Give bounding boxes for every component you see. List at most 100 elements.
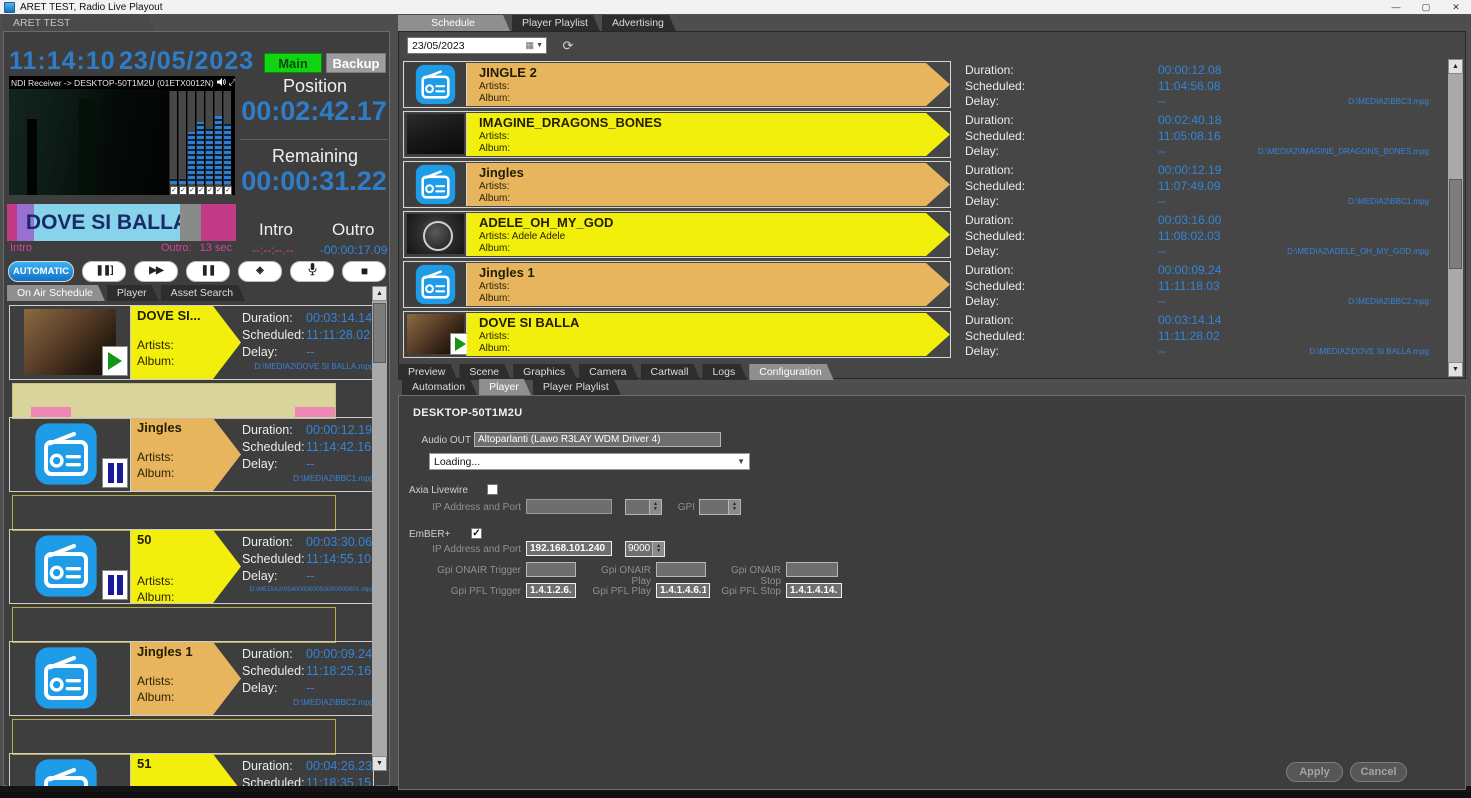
playlist-tabstrip: On Air Schedule Player Asset Search	[7, 284, 247, 301]
gpi-onair-stop-field[interactable]	[786, 562, 838, 577]
player-panel: 11:14:10 23/05/2023 Main Backup NDI Rece…	[3, 31, 390, 786]
album-art	[407, 114, 464, 154]
schedule-item[interactable]: Jingles Artists: Album: Duration:00:00:1…	[403, 161, 1447, 208]
ember-checkbox[interactable]: ✓	[471, 528, 482, 539]
tab-advertising[interactable]: Advertising	[602, 15, 676, 31]
tab-configuration[interactable]: Configuration	[749, 364, 833, 380]
tab-on-air-schedule[interactable]: On Air Schedule	[7, 285, 105, 301]
radio-icon	[34, 422, 98, 486]
date-input[interactable]	[408, 40, 526, 52]
tab-automation[interactable]: Automation	[402, 379, 477, 395]
scroll-up-icon[interactable]: ▲	[372, 286, 387, 301]
dropdown-icon[interactable]: ▼	[536, 42, 543, 49]
playlist-item[interactable]: DOVE SI... Artists: Album: Duration:00:0…	[7, 305, 376, 415]
scrollbar-thumb[interactable]	[1449, 179, 1462, 269]
schedule-panel: ▦ ▼ ⟳ JINGLE 2 Artists: Album:	[398, 31, 1466, 379]
schedule-item[interactable]: DOVE SI BALLA Artists: Album: Duration:0…	[403, 311, 1447, 358]
ember-ip-field[interactable]	[526, 541, 612, 556]
radio-icon	[34, 534, 98, 598]
gpi-pfl-trigger-field[interactable]	[526, 583, 576, 598]
audio-out-field[interactable]	[474, 432, 721, 447]
marker-button[interactable]: ◈	[238, 261, 282, 282]
gpi-pfl-play-field[interactable]	[656, 583, 710, 598]
apply-button[interactable]: Apply	[1286, 762, 1343, 782]
ember-label: EmBER+	[409, 529, 457, 540]
gpi-onair-trigger-field[interactable]	[526, 562, 576, 577]
track-title: DOVE SI BALLA	[479, 315, 950, 330]
meter-checkbox[interactable]: ✓	[224, 186, 232, 195]
gpi-onair-play-label: Gpi ONAIR Play	[585, 565, 651, 587]
schedule-item[interactable]: ADELE_OH_MY_GOD Artists: Adele Adele Alb…	[403, 211, 1447, 258]
maximize-button[interactable]: ▢	[1411, 2, 1441, 13]
waveform	[12, 495, 336, 531]
gpi-onair-trigger-label: Gpi ONAIR Trigger	[429, 565, 521, 576]
track-title: Jingles 1	[479, 265, 950, 280]
track-title: Jingles 1	[137, 645, 205, 660]
gpi-onair-play-field[interactable]	[656, 562, 706, 577]
album-art	[407, 214, 464, 254]
scroll-up-icon[interactable]: ▲	[1448, 59, 1463, 74]
playlist-item[interactable]: 50 Artists: Album: Duration:00:03:30.06 …	[7, 529, 376, 639]
intro-marker-bar	[7, 204, 17, 241]
file-path: D:\MEDIA2\ADELE_OH_MY_GOD.mpg	[1287, 247, 1429, 256]
stop-button[interactable]: ■	[342, 261, 386, 282]
pause-skip-button[interactable]: ❚❚]	[82, 261, 126, 282]
date-picker[interactable]: ▦ ▼	[407, 37, 547, 54]
tab-player[interactable]: Player	[107, 285, 159, 301]
schedule-item[interactable]: Jingles 1 Artists: Album: Duration:00:00…	[403, 261, 1447, 308]
ember-port-spinner[interactable]: 9000▲▼	[625, 541, 665, 557]
backup-button[interactable]: Backup	[326, 53, 386, 73]
transport-controls: AUTOMATIC ❚❚] ▶▶ ❚❚ ◈ ■	[8, 260, 388, 282]
track-title: IMAGINE_DRAGONS_BONES	[479, 115, 950, 130]
device-dropdown[interactable]: Loading... ▼	[429, 453, 750, 470]
axia-ip-field	[526, 499, 612, 514]
scrollbar-thumb[interactable]	[373, 303, 386, 363]
playlist-item[interactable]: Jingles Artists: Album: Duration:00:00:1…	[7, 417, 376, 527]
playlist-scrollbar[interactable]: ▲ ▼	[372, 286, 387, 771]
meter-checkbox[interactable]: ✓	[179, 186, 187, 195]
schedule-scrollbar[interactable]: ▲ ▼	[1448, 59, 1463, 377]
axia-livewire-checkbox[interactable]	[487, 484, 498, 495]
playlist-item[interactable]: 51 Artists: Album: Duration:00:04:26.23 …	[7, 753, 376, 786]
tab-config-player[interactable]: Player	[479, 379, 531, 395]
tab-player-playlist[interactable]: Player Playlist	[512, 15, 600, 31]
meter-checkbox[interactable]: ✓	[215, 186, 223, 195]
minimize-button[interactable]: —	[1381, 2, 1411, 12]
current-date: 23/05/2023	[119, 47, 254, 76]
scroll-down-icon[interactable]: ▼	[1448, 362, 1463, 377]
fast-forward-button[interactable]: ▶▶	[134, 261, 178, 282]
cancel-button[interactable]: Cancel	[1350, 762, 1407, 782]
gpi-pfl-stop-field[interactable]	[786, 583, 842, 598]
meter-checkbox[interactable]: ✓	[197, 186, 205, 195]
tab-aret-test[interactable]: ARET TEST	[3, 15, 155, 31]
scroll-down-icon[interactable]: ▼	[372, 756, 387, 771]
radio-icon	[34, 646, 98, 710]
meter-checkbox[interactable]: ✓	[170, 186, 178, 195]
close-button[interactable]: ✕	[1441, 2, 1471, 13]
intro-value: --:--:--.--	[252, 243, 294, 257]
meter-checkbox[interactable]: ✓	[188, 186, 196, 195]
playlist-item[interactable]: Jingles 1 Artists: Album: Duration:00:00…	[7, 641, 376, 751]
ember-ip-port-label: IP Address and Port	[429, 544, 521, 555]
tab-asset-search[interactable]: Asset Search	[161, 285, 245, 301]
speaker-icon[interactable]	[217, 78, 226, 88]
pause-button[interactable]: ❚❚	[186, 261, 230, 282]
fullscreen-icon[interactable]: ⤢	[229, 77, 235, 88]
file-path: D:\MEDIA2\BBC2.mpg	[242, 698, 374, 707]
mic-button[interactable]	[290, 261, 334, 282]
tab-logs[interactable]: Logs	[702, 364, 747, 380]
tab-schedule[interactable]: Schedule	[398, 15, 510, 31]
automatic-mode-button[interactable]: AUTOMATIC	[8, 261, 74, 282]
track-title: DOVE SI...	[137, 309, 205, 324]
calendar-icon[interactable]: ▦	[526, 40, 535, 51]
tab-cartwall[interactable]: Cartwall	[641, 364, 701, 380]
main-button[interactable]: Main	[264, 53, 322, 73]
refresh-icon[interactable]: ⟳	[559, 37, 577, 54]
schedule-item[interactable]: IMAGINE_DRAGONS_BONES Artists: Album: Du…	[403, 111, 1447, 158]
file-path: D:\MEDIA2\054000000050000000001.mpg	[242, 586, 374, 593]
schedule-item[interactable]: JINGLE 2 Artists: Album: Duration:00:00:…	[403, 61, 1447, 108]
meter-checkbox[interactable]: ✓	[206, 186, 214, 195]
now-playing-title: DOVE SI BALLA	[34, 204, 180, 241]
track-title: 51	[137, 757, 205, 772]
tab-config-player-playlist[interactable]: Player Playlist	[533, 379, 621, 395]
